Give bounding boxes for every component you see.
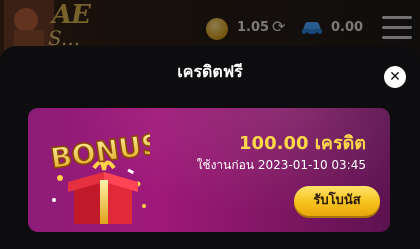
svg-text:BONUS: BONUS bbox=[48, 130, 150, 170]
free-credit-modal: เครดิตฟรี ✕ BONUS 100.00 เครดิต ใช้งานก่… bbox=[0, 46, 420, 249]
close-button[interactable]: ✕ bbox=[384, 66, 406, 88]
credit-value: 0.00 bbox=[331, 20, 364, 35]
bonus-expiry: ใช้งานก่อน 2023-01-10 03:45 bbox=[196, 158, 366, 172]
hamburger-menu-icon[interactable] bbox=[382, 16, 412, 40]
bonus-art-text: BONUS bbox=[48, 130, 150, 170]
bonus-card: BONUS 100.00 เครดิต ใช้งานก่อน 2023-01-1… bbox=[28, 108, 390, 232]
claim-bonus-button[interactable]: รับโบนัส bbox=[294, 186, 380, 216]
balance-value: 1.05 bbox=[237, 20, 270, 35]
modal-title: เครดิตฟรี bbox=[177, 62, 243, 81]
bonus-amount: 100.00 เครดิต bbox=[239, 133, 366, 154]
car-icon bbox=[302, 22, 322, 38]
refresh-icon[interactable]: ⟳ bbox=[272, 18, 290, 36]
coin-icon bbox=[206, 18, 228, 40]
